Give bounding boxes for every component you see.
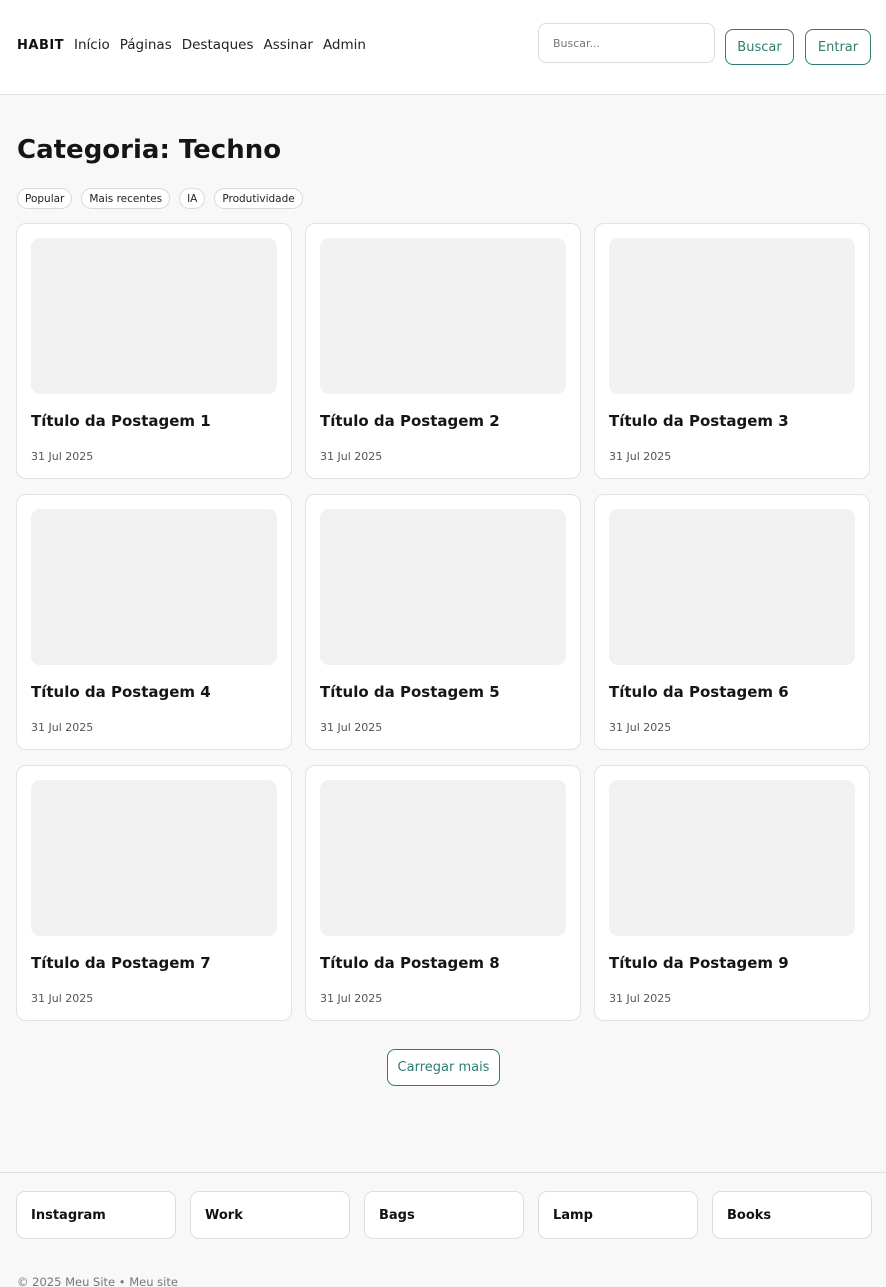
login-button[interactable]: Entrar xyxy=(805,29,871,65)
footer-link-instagram[interactable]: Instagram xyxy=(16,1191,176,1239)
load-more-button[interactable]: Carregar mais xyxy=(387,1049,500,1086)
tag-ia[interactable]: IA xyxy=(179,188,206,209)
post-card[interactable]: Título da Postagem 2 31 Jul 2025 xyxy=(305,223,581,479)
post-date: 31 Jul 2025 xyxy=(320,721,383,734)
post-grid: Título da Postagem 1 31 Jul 2025 Título … xyxy=(16,223,870,1021)
post-title[interactable]: Título da Postagem 1 xyxy=(31,412,211,430)
footer-link-work[interactable]: Work xyxy=(190,1191,350,1239)
post-date: 31 Jul 2025 xyxy=(320,450,383,463)
post-date: 31 Jul 2025 xyxy=(320,992,383,1005)
post-thumbnail xyxy=(320,509,566,665)
post-thumbnail xyxy=(609,238,855,394)
post-date: 31 Jul 2025 xyxy=(31,992,94,1005)
post-thumbnail xyxy=(609,509,855,665)
post-title[interactable]: Título da Postagem 2 xyxy=(320,412,500,430)
post-title[interactable]: Título da Postagem 6 xyxy=(609,683,789,701)
post-title[interactable]: Título da Postagem 9 xyxy=(609,954,789,972)
page-title: Categoria: Techno xyxy=(17,135,282,165)
nav-link-assinar[interactable]: Assinar xyxy=(264,37,313,53)
nav-link-destaques[interactable]: Destaques xyxy=(182,37,254,53)
post-date: 31 Jul 2025 xyxy=(609,450,672,463)
post-thumbnail xyxy=(31,780,277,936)
post-thumbnail xyxy=(320,780,566,936)
post-title[interactable]: Título da Postagem 8 xyxy=(320,954,500,972)
brand-logo[interactable]: HABIT xyxy=(17,38,64,53)
post-card[interactable]: Título da Postagem 3 31 Jul 2025 xyxy=(594,223,870,479)
main-nav: Início Páginas Destaques Assinar Admin xyxy=(74,37,366,53)
post-date: 31 Jul 2025 xyxy=(609,992,672,1005)
tag-mais-recentes[interactable]: Mais recentes xyxy=(81,188,171,209)
footer-link-lamp[interactable]: Lamp xyxy=(538,1191,698,1239)
post-thumbnail xyxy=(320,238,566,394)
post-thumbnail xyxy=(31,509,277,665)
tag-popular[interactable]: Popular xyxy=(17,188,73,209)
post-thumbnail xyxy=(609,780,855,936)
post-card[interactable]: Título da Postagem 8 31 Jul 2025 xyxy=(305,765,581,1021)
nav-link-inicio[interactable]: Início xyxy=(74,37,110,53)
tag-produtividade[interactable]: Produtividade xyxy=(214,188,303,209)
nav-link-admin[interactable]: Admin xyxy=(323,37,366,53)
post-card[interactable]: Título da Postagem 4 31 Jul 2025 xyxy=(16,494,292,750)
post-thumbnail xyxy=(31,238,277,394)
post-date: 31 Jul 2025 xyxy=(609,721,672,734)
tag-filter-bar: Popular Mais recentes IA Produtividade xyxy=(17,188,303,209)
search-button[interactable]: Buscar xyxy=(725,29,794,65)
site-header: HABIT Início Páginas Destaques Assinar A… xyxy=(0,0,886,95)
footer-link-books[interactable]: Books xyxy=(712,1191,872,1239)
nav-link-paginas[interactable]: Páginas xyxy=(120,37,172,53)
search-input[interactable] xyxy=(538,23,715,63)
post-card[interactable]: Título da Postagem 1 31 Jul 2025 xyxy=(16,223,292,479)
post-date: 31 Jul 2025 xyxy=(31,721,94,734)
footer-link-bags[interactable]: Bags xyxy=(364,1191,524,1239)
post-title[interactable]: Título da Postagem 3 xyxy=(609,412,789,430)
post-date: 31 Jul 2025 xyxy=(31,450,94,463)
footer-links: Instagram Work Bags Lamp Books xyxy=(16,1191,872,1239)
copyright-text: © 2025 Meu Site • Meu site xyxy=(17,1275,178,1287)
post-title[interactable]: Título da Postagem 5 xyxy=(320,683,500,701)
post-card[interactable]: Título da Postagem 9 31 Jul 2025 xyxy=(594,765,870,1021)
post-title[interactable]: Título da Postagem 7 xyxy=(31,954,211,972)
site-footer: Instagram Work Bags Lamp Books © 2025 Me… xyxy=(0,1172,886,1287)
post-title[interactable]: Título da Postagem 4 xyxy=(31,683,211,701)
post-card[interactable]: Título da Postagem 7 31 Jul 2025 xyxy=(16,765,292,1021)
post-card[interactable]: Título da Postagem 5 31 Jul 2025 xyxy=(305,494,581,750)
post-card[interactable]: Título da Postagem 6 31 Jul 2025 xyxy=(594,494,870,750)
